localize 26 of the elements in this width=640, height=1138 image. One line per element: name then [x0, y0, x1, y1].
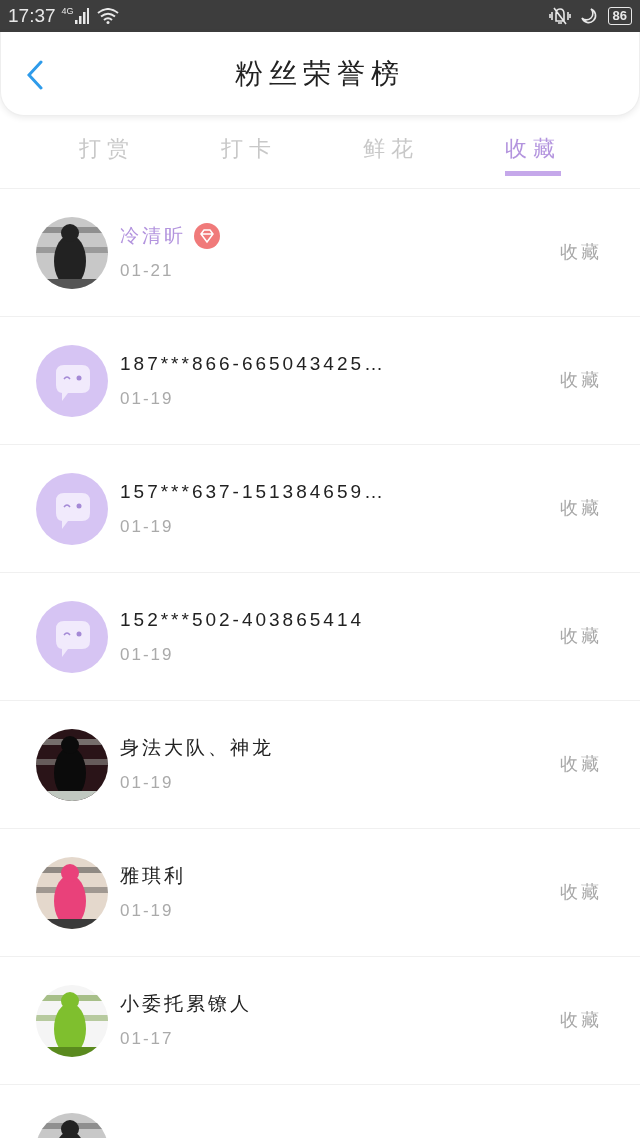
action-label: 收藏: [560, 881, 602, 904]
user-name: 雅琪利: [120, 863, 186, 888]
action-label: 收藏: [560, 753, 602, 776]
user-name: 身法大队、神龙: [120, 735, 274, 760]
date-label: 01-19: [120, 644, 175, 666]
action-label: 收藏: [560, 1009, 602, 1032]
user-name: 157***637-151384659…: [120, 479, 386, 504]
status-time: 17:37: [8, 3, 56, 28]
date-label: 01-19: [120, 516, 175, 538]
action-label: 收藏: [560, 369, 602, 392]
tab[interactable]: 收藏: [462, 116, 604, 186]
user-name: 152***502-403865414: [120, 607, 364, 632]
network-label: 4G: [61, 5, 74, 18]
date-label: 01-21: [120, 260, 175, 282]
battery-indicator: 86: [607, 7, 632, 25]
user-name: 小委托累镣人: [120, 991, 252, 1016]
action-label: 收藏: [560, 241, 602, 264]
user-name: 187***866-665043425…: [120, 351, 386, 376]
page-title: 粉丝荣誉榜: [235, 56, 405, 91]
date-label: 01-17: [120, 1028, 175, 1050]
action-label: 收藏: [560, 497, 602, 520]
date-label: 01-19: [120, 772, 175, 794]
date-label: 01-19: [120, 388, 175, 410]
action-label: 收藏: [560, 625, 602, 648]
date-label: 01-19: [120, 900, 175, 922]
user-name: 冷清昕: [120, 223, 186, 248]
